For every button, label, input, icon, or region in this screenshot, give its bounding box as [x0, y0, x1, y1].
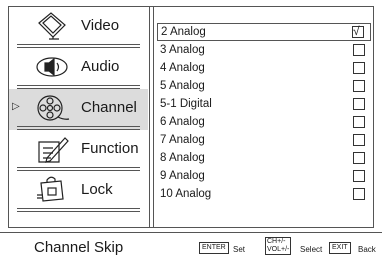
sidebar-item-function[interactable]: Function — [9, 130, 148, 171]
skip-checkbox[interactable]: √ — [352, 24, 364, 38]
channel-label: 8 Analog — [160, 152, 205, 164]
channel-list: 2 Analog √ 3 Analog 4 Analog 5 Analog 5-… — [157, 23, 371, 203]
sidebar-item-label: Lock — [81, 181, 113, 198]
channel-row[interactable]: 6 Analog — [157, 113, 371, 131]
sidebar-item-label: Audio — [81, 58, 120, 75]
audio-icon — [33, 52, 71, 82]
channel-label: 6 Analog — [160, 116, 205, 128]
channel-label: 4 Analog — [160, 62, 205, 74]
lock-icon — [33, 175, 71, 205]
ch-key-label: CH+/- — [267, 238, 286, 245]
vertical-divider — [149, 7, 154, 227]
footer-bar: Channel Skip ENTER Set CH+/- VOL+/- Sele… — [0, 232, 382, 257]
selection-arrow-icon: ▷ — [12, 101, 20, 112]
function-icon — [33, 134, 71, 164]
video-icon — [33, 11, 71, 41]
ch-vol-key[interactable]: CH+/- VOL+/- — [265, 237, 292, 255]
sidebar-item-lock[interactable]: Lock — [9, 171, 148, 212]
channel-row[interactable]: 10 Analog — [157, 185, 371, 203]
channel-row[interactable]: 9 Analog — [157, 167, 371, 185]
channel-label: 5-1 Digital — [160, 98, 212, 110]
skip-checkbox[interactable] — [353, 98, 365, 110]
channel-row[interactable]: 7 Analog — [157, 131, 371, 149]
sidebar: Video Audio ▷ Channel Function Lock — [9, 7, 148, 227]
separator — [17, 208, 140, 212]
channel-row[interactable]: 4 Analog — [157, 59, 371, 77]
sidebar-item-channel[interactable]: ▷ Channel — [9, 89, 148, 130]
back-hint: Back — [358, 245, 376, 254]
vol-key-label: VOL+/- — [267, 246, 290, 253]
tv-menu-screen: Video Audio ▷ Channel Function Lock 2 An… — [0, 0, 382, 257]
channel-row[interactable]: 8 Analog — [157, 149, 371, 167]
skip-checkbox[interactable] — [353, 62, 365, 74]
channel-label: 2 Analog — [161, 26, 206, 38]
select-hint: Select — [300, 245, 323, 254]
menu-panel: Video Audio ▷ Channel Function Lock 2 An… — [8, 6, 374, 228]
channel-row[interactable]: 5-1 Digital — [157, 95, 371, 113]
skip-checkbox[interactable] — [353, 152, 365, 164]
set-hint: Set — [233, 245, 246, 254]
channel-label: 3 Analog — [160, 44, 205, 56]
sidebar-item-label: Video — [81, 17, 120, 34]
sidebar-item-label: Channel — [81, 99, 137, 116]
skip-checkbox[interactable] — [353, 188, 365, 200]
channel-icon — [33, 93, 71, 123]
enter-key[interactable]: ENTER — [199, 242, 229, 254]
checkmark-icon: √ — [353, 24, 360, 38]
skip-checkbox[interactable] — [353, 44, 365, 56]
page-title: Channel Skip — [34, 239, 124, 256]
skip-checkbox[interactable] — [353, 170, 365, 182]
sidebar-item-video[interactable]: Video — [9, 7, 148, 48]
channel-row[interactable]: 3 Analog — [157, 41, 371, 59]
exit-key[interactable]: EXIT — [329, 242, 351, 254]
channel-label: 7 Analog — [160, 134, 205, 146]
sidebar-item-audio[interactable]: Audio — [9, 48, 148, 89]
sidebar-item-label: Function — [81, 140, 139, 157]
channel-label: 9 Analog — [160, 170, 205, 182]
skip-checkbox[interactable] — [353, 80, 365, 92]
channel-row[interactable]: 5 Analog — [157, 77, 371, 95]
skip-checkbox[interactable] — [353, 134, 365, 146]
skip-checkbox[interactable] — [353, 116, 365, 128]
channel-label: 5 Analog — [160, 80, 205, 92]
channel-row[interactable]: 2 Analog √ — [157, 23, 371, 41]
channel-label: 10 Analog — [160, 188, 212, 200]
